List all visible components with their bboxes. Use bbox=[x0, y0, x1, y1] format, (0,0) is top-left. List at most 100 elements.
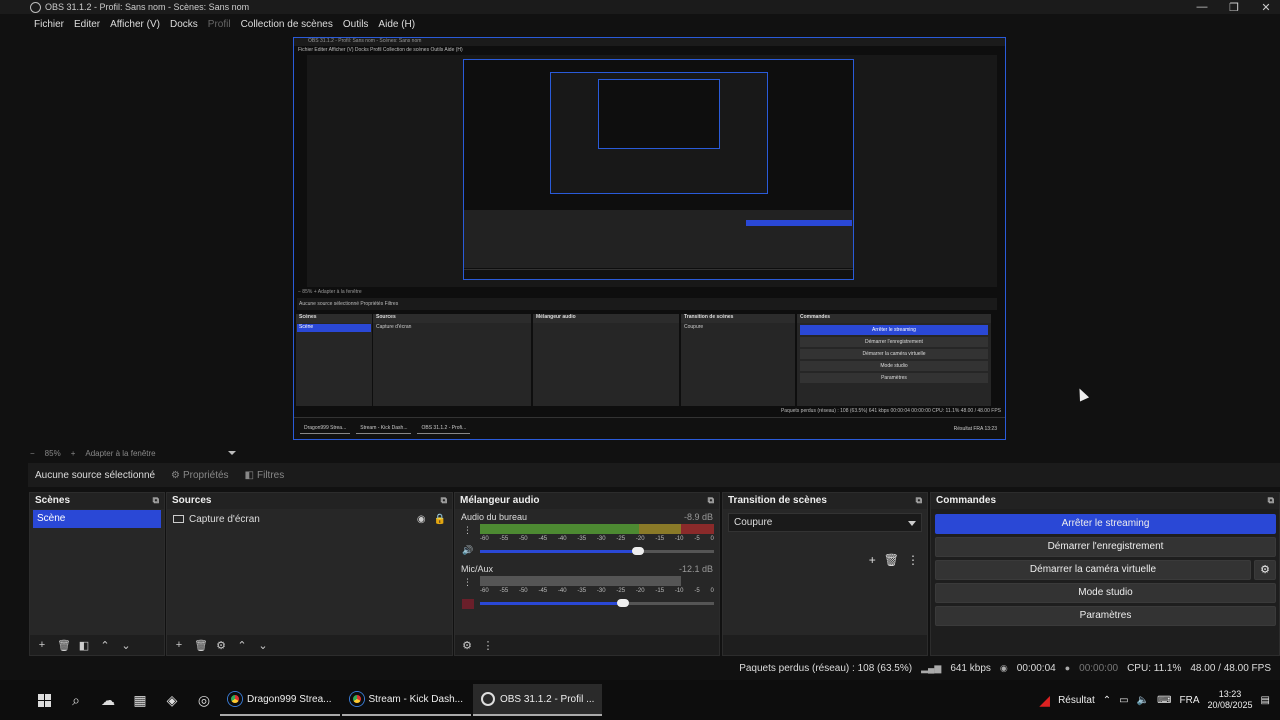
more-icon[interactable]: ⋮ bbox=[907, 553, 919, 567]
menu-profil[interactable]: Profil bbox=[208, 19, 231, 30]
lock-icon[interactable]: 🔒 bbox=[434, 514, 446, 525]
transition-select[interactable]: Coupure bbox=[728, 513, 922, 532]
gear-icon[interactable]: ⚙ bbox=[215, 639, 227, 652]
windows-start-icon[interactable] bbox=[28, 684, 60, 716]
gear-icon[interactable]: ⚙ bbox=[1254, 560, 1276, 580]
taskbar-app[interactable]: Stream - Kick Dash... bbox=[341, 684, 471, 716]
fit-window-select[interactable]: Adapter à la fenêtre bbox=[85, 449, 155, 458]
preview-canvas[interactable]: OBS 31.1.2 - Profil: Sans nom - Scènes: … bbox=[293, 37, 1090, 440]
virtual-camera-button[interactable]: Démarrer la caméra virtuelle bbox=[935, 560, 1251, 580]
menu-collection-scenes[interactable]: Collection de scènes bbox=[241, 19, 333, 30]
arrow-down-icon[interactable]: ⌄ bbox=[120, 639, 132, 652]
chevron-down-icon[interactable] bbox=[227, 451, 236, 455]
meter-tick: -5 bbox=[694, 536, 700, 542]
scene-item[interactable]: Scène bbox=[33, 510, 161, 528]
trash-icon[interactable]: 🗑 bbox=[194, 639, 208, 652]
app-icon[interactable]: ☁ bbox=[92, 684, 124, 716]
more-icon[interactable]: ⋮ bbox=[463, 525, 472, 536]
arrow-up-icon[interactable]: ⌃ bbox=[99, 639, 111, 652]
controls-dock: Commandes ⧉ Arrêter le streaming Démarre… bbox=[930, 492, 1280, 656]
meter-tick: -35 bbox=[577, 536, 587, 542]
trash-icon[interactable]: 🗑 bbox=[884, 553, 899, 567]
undock-icon[interactable]: ⧉ bbox=[1268, 495, 1274, 507]
volume-icon[interactable]: 🔈 bbox=[1137, 695, 1149, 706]
calculator-icon[interactable]: ▦ bbox=[124, 684, 156, 716]
language[interactable]: FRA bbox=[1180, 695, 1200, 706]
volume-slider[interactable] bbox=[480, 599, 714, 607]
nested-title: OBS 31.1.2 - Profil: Sans nom - Scènes: … bbox=[294, 38, 1005, 46]
clock[interactable]: 13:23 20/08/2025 bbox=[1208, 689, 1253, 711]
add-icon[interactable]: + bbox=[869, 553, 876, 567]
resultat-icon[interactable]: ◢ bbox=[1039, 692, 1050, 709]
chevron-up-icon[interactable]: ⌃ bbox=[1103, 695, 1111, 706]
search-icon[interactable]: ⌕ bbox=[60, 684, 92, 716]
arrow-down-icon[interactable]: ⌄ bbox=[257, 639, 269, 652]
transition-buttons: + 🗑 ⋮ bbox=[869, 553, 919, 567]
menu-afficher[interactable]: Afficher (V) bbox=[110, 19, 160, 30]
meter-tick: -25 bbox=[616, 536, 626, 542]
taskbar-app[interactable]: OBS 31.1.2 - Profil ... bbox=[472, 684, 603, 716]
filters-button[interactable]: ◧ Filtres bbox=[245, 470, 285, 481]
bitrate: 641 kbps bbox=[950, 662, 991, 674]
stop-streaming-button[interactable]: Arrêter le streaming bbox=[935, 514, 1276, 534]
properties-button[interactable]: ⚙ Propriétés bbox=[171, 470, 229, 481]
nested-inner-screen bbox=[550, 72, 768, 194]
close-icon[interactable]: ✕ bbox=[1260, 1, 1272, 14]
chrome-icon[interactable]: ◎ bbox=[188, 684, 220, 716]
minimize-icon[interactable]: — bbox=[1196, 1, 1208, 13]
stream-icon: ◉ bbox=[999, 662, 1008, 673]
filter-icon[interactable]: ◧ bbox=[78, 639, 90, 652]
source-item[interactable]: Capture d'écran ◉ 🔒 bbox=[167, 509, 452, 529]
no-source-label: Aucune source sélectionné bbox=[35, 469, 156, 481]
menu-outils[interactable]: Outils bbox=[343, 19, 369, 30]
notification-icon[interactable]: ▤ bbox=[1261, 695, 1270, 706]
gear-icon[interactable]: ⚙ bbox=[461, 639, 473, 652]
scenes-dock-header: Scènes ⧉ bbox=[30, 493, 164, 509]
zoom-in-button[interactable]: + bbox=[71, 449, 76, 458]
nested-dock-sources: Sources Capture d'écran bbox=[373, 314, 531, 406]
eye-icon[interactable]: ◉ bbox=[417, 514, 426, 525]
meter-tick: -15 bbox=[655, 588, 665, 594]
nested-dock-mixer: Mélangeur audio bbox=[533, 314, 679, 406]
more-icon[interactable]: ⋮ bbox=[463, 577, 472, 588]
start-recording-button[interactable]: Démarrer l'enregistrement bbox=[935, 537, 1276, 557]
studio-mode-button[interactable]: Mode studio bbox=[935, 583, 1276, 603]
menu-editer[interactable]: Editer bbox=[74, 19, 100, 30]
volume-slider[interactable] bbox=[480, 547, 714, 555]
menu-aide[interactable]: Aide (H) bbox=[378, 19, 415, 30]
nested-screen bbox=[463, 59, 854, 280]
properties-label: Propriétés bbox=[182, 469, 229, 481]
more-icon[interactable]: ⋮ bbox=[482, 639, 494, 652]
add-icon[interactable]: + bbox=[36, 639, 48, 651]
network-icon[interactable]: ▭ bbox=[1119, 695, 1128, 706]
sources-title: Sources bbox=[172, 495, 212, 506]
meter-tick: -10 bbox=[674, 536, 684, 542]
undock-icon[interactable]: ⧉ bbox=[153, 495, 159, 507]
trash-icon[interactable]: 🗑 bbox=[57, 639, 71, 652]
undock-icon[interactable]: ⧉ bbox=[916, 495, 922, 507]
undock-icon[interactable]: ⧉ bbox=[708, 495, 714, 507]
zoom-level: 85% bbox=[44, 448, 61, 458]
keyboard-icon[interactable]: ⌨ bbox=[1157, 695, 1171, 706]
meter-tick: -30 bbox=[596, 588, 606, 594]
undock-icon[interactable]: ⧉ bbox=[441, 495, 447, 507]
arrow-up-icon[interactable]: ⌃ bbox=[236, 639, 248, 652]
record-time: 00:00:00 bbox=[1079, 662, 1119, 674]
windows-taskbar: ⌕ ☁ ▦ ◈ ◎ Dragon999 Strea... Stream - Ki… bbox=[0, 680, 1280, 720]
add-icon[interactable]: + bbox=[173, 639, 185, 651]
speaker-icon[interactable]: 🔊 bbox=[462, 545, 473, 556]
zoom-out-button[interactable]: − bbox=[30, 449, 35, 458]
tray-label[interactable]: Résultat bbox=[1058, 695, 1095, 706]
sources-footer: + 🗑 ⚙ ⌃ ⌄ bbox=[167, 635, 452, 655]
maximize-icon[interactable]: ❐ bbox=[1228, 1, 1240, 14]
app-icon[interactable]: ◈ bbox=[156, 684, 188, 716]
taskbar-app[interactable]: Dragon999 Strea... bbox=[220, 684, 340, 716]
meter-tick: 0 bbox=[710, 588, 714, 594]
nested-scenes-header: Scènes bbox=[296, 314, 372, 323]
speaker-muted-icon[interactable] bbox=[462, 599, 474, 609]
nested-dock-controls: Commandes Arrêter le streaming Démarrer … bbox=[797, 314, 991, 406]
settings-button[interactable]: Paramètres bbox=[935, 606, 1276, 626]
nested-docks: Scènes Scène Sources Capture d'écran Mél… bbox=[296, 314, 1004, 406]
menu-fichier[interactable]: Fichier bbox=[34, 19, 64, 30]
menu-docks[interactable]: Docks bbox=[170, 19, 198, 30]
